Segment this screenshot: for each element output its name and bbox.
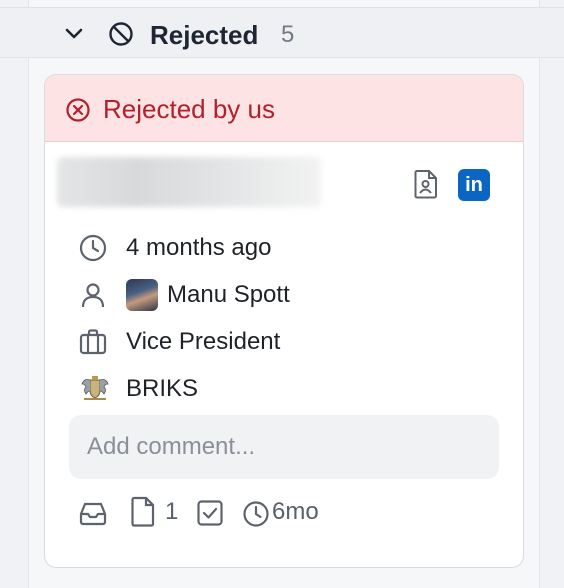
- job-title: Vice President: [126, 328, 281, 355]
- owner-name[interactable]: Manu Spott: [167, 281, 290, 309]
- resume-icon[interactable]: [413, 169, 439, 199]
- file-icon[interactable]: [130, 496, 156, 528]
- x-circle-icon: [66, 98, 90, 122]
- task-checkbox-icon[interactable]: [196, 499, 224, 527]
- linkedin-icon[interactable]: in: [458, 169, 490, 201]
- briefcase-icon: [79, 329, 107, 355]
- group-title: Rejected: [150, 20, 259, 50]
- group-header-rejected[interactable]: Rejected 5: [0, 7, 564, 58]
- comment-input[interactable]: Add comment...: [69, 415, 499, 479]
- chevron-down-icon[interactable]: [64, 26, 84, 42]
- time-ago: 4 months ago: [126, 234, 272, 261]
- inbox-icon[interactable]: [78, 498, 108, 528]
- detail-row-time: 4 months ago: [45, 229, 523, 265]
- detail-row-title: Vice President: [45, 323, 523, 359]
- candidate-name-blurred[interactable]: [57, 157, 321, 207]
- user-icon: [81, 283, 105, 308]
- clock-icon: [243, 501, 269, 527]
- group-count: 5: [281, 21, 295, 48]
- company-logo: [81, 376, 109, 400]
- rejection-status-text: Rejected by us: [103, 94, 275, 124]
- owner-avatar: [126, 279, 158, 311]
- detail-row-owner: Manu Spott: [45, 276, 523, 312]
- rejection-banner: Rejected by us: [45, 75, 523, 142]
- attachments-count: 1: [165, 498, 179, 525]
- detail-row-company: BRIKS: [45, 370, 523, 406]
- company-name[interactable]: BRIKS: [126, 375, 198, 403]
- card-age: 6mo: [272, 498, 319, 525]
- ban-icon: [109, 22, 133, 46]
- candidate-card[interactable]: Rejected by us in 4 months ago Manu Spot…: [44, 74, 524, 568]
- clock-icon: [79, 234, 107, 262]
- card-footer: 1 6mo: [78, 495, 498, 531]
